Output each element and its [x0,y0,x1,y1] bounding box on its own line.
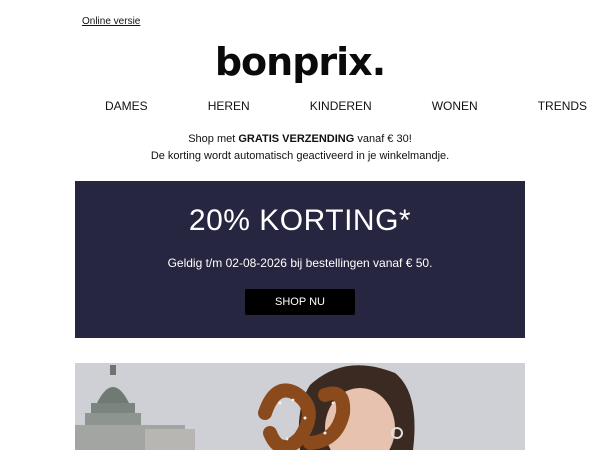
nav-item-dames[interactable]: DAMES [75,99,178,113]
nav-item-wonen[interactable]: WONEN [402,99,508,113]
discount-banner: 20% KORTING* Geldig t/m 02-08-2026 bij b… [75,181,525,338]
hero-image[interactable] [75,363,525,450]
banner-subtitle: Geldig t/m 02-08-2026 bij bestellingen v… [167,256,433,270]
online-version-link[interactable]: Online versie [82,16,140,27]
main-nav: DAMES HEREN KINDEREN WONEN TRENDS [75,99,587,113]
nav-item-trends[interactable]: TRENDS [508,99,600,113]
brand-logo[interactable]: bonprix. [0,38,600,86]
promo-suffix: vanaf € 30! [354,133,412,145]
hero-photo [75,363,525,450]
shipping-promo: Shop met GRATIS VERZENDING vanaf € 30! D… [0,131,600,165]
discount-note: De korting wordt automatisch geactiveerd… [150,150,450,162]
shop-now-button[interactable]: SHOP NU [245,289,355,315]
shipping-promo-line: Shop met GRATIS VERZENDING vanaf € 30! [0,131,600,148]
nav-item-kinderen[interactable]: KINDEREN [280,99,402,113]
banner-title: 20% KORTING* [188,204,412,237]
free-shipping-text: GRATIS VERZENDING [238,133,355,145]
promo-prefix: Shop met [188,133,239,145]
nav-item-heren[interactable]: HEREN [178,99,280,113]
